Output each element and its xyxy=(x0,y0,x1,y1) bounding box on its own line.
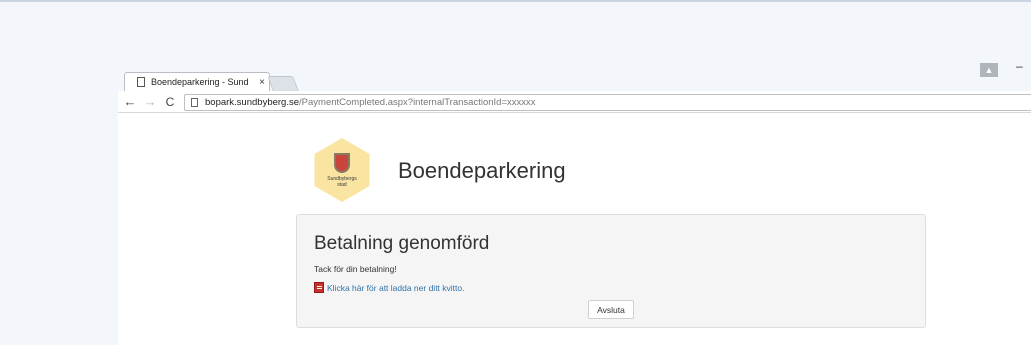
minimize-icon[interactable]: – xyxy=(1016,59,1028,73)
browser-window: Boendeparkering - Sund × ▲ – ← → C bopar… xyxy=(118,59,1031,345)
logo-hexagon: Sundbybergs stad xyxy=(314,138,370,202)
tab-strip: Boendeparkering - Sund × ▲ – xyxy=(118,59,1031,91)
page-content: Sundbybergs stad Boendeparkering Betalni… xyxy=(118,114,1031,345)
pdf-icon xyxy=(314,282,324,293)
page-title: Boendeparkering xyxy=(398,158,566,183)
receipt-link-text: Klicka här för att ladda ner ditt kvitto… xyxy=(327,282,465,293)
back-arrow-icon[interactable]: ← xyxy=(122,93,138,111)
logo-text-line2: stad xyxy=(337,181,347,188)
page-info-icon[interactable] xyxy=(191,98,198,107)
payment-panel: Betalning genomförd Tack för din betalni… xyxy=(296,214,926,328)
document-icon xyxy=(137,77,145,87)
finish-button[interactable]: Avsluta xyxy=(588,300,634,319)
coat-of-arms-icon xyxy=(334,152,350,173)
url-host: bopark.sundbyberg.se xyxy=(205,97,300,108)
sundbyberg-logo: Sundbybergs stad xyxy=(310,138,374,202)
url-path: /PaymentCompleted.aspx?internalTransacti… xyxy=(299,97,536,108)
address-bar[interactable]: bopark.sundbyberg.se/PaymentCompleted.as… xyxy=(184,94,1031,111)
tab-title: Boendeparkering - Sund xyxy=(151,77,249,87)
new-tab-button[interactable] xyxy=(267,76,299,91)
thanks-message: Tack för din betalning! xyxy=(314,264,397,274)
forward-arrow-icon[interactable]: → xyxy=(142,93,158,111)
browser-toolbar: ← → C bopark.sundbyberg.se/PaymentComple… xyxy=(118,91,1031,113)
user-icon[interactable]: ▲ xyxy=(980,63,998,77)
logo-text: Sundbybergs stad xyxy=(327,176,356,188)
panel-heading: Betalning genomförd xyxy=(314,233,490,254)
reload-icon[interactable]: C xyxy=(162,93,178,111)
browser-tab[interactable]: Boendeparkering - Sund × xyxy=(124,72,270,91)
logo-text-line1: Sundbybergs xyxy=(327,175,357,182)
close-tab-icon[interactable]: × xyxy=(255,77,269,88)
receipt-download-link[interactable]: Klicka här för att ladda ner ditt kvitto… xyxy=(314,282,464,293)
